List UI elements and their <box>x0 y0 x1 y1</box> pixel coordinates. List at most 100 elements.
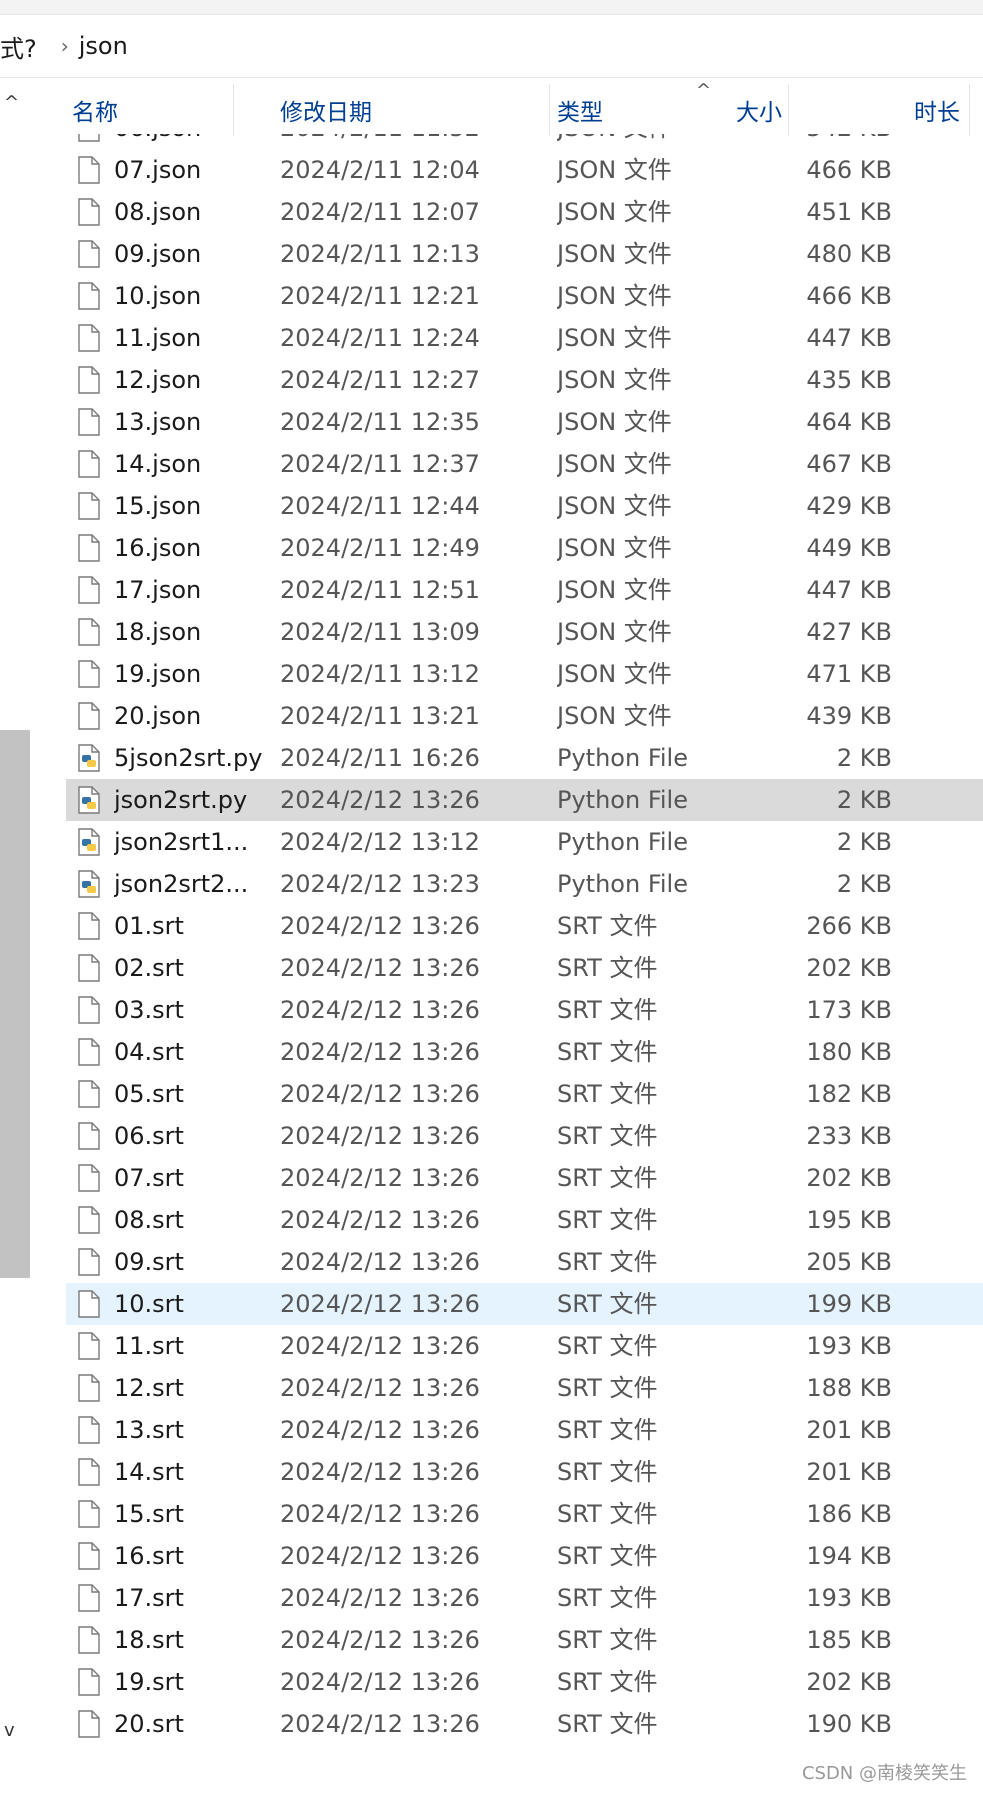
table-row[interactable]: 09.srt 2024/2/12 13:26 SRT 文件 205 KB <box>66 1241 983 1283</box>
file-size: 449 KB <box>806 534 892 562</box>
file-type: SRT 文件 <box>557 1584 658 1612</box>
table-row[interactable]: 20.json 2024/2/11 13:21 JSON 文件 439 KB <box>66 695 983 737</box>
table-row[interactable]: 19.srt 2024/2/12 13:26 SRT 文件 202 KB <box>66 1661 983 1703</box>
table-row[interactable]: 13.srt 2024/2/12 13:26 SRT 文件 201 KB <box>66 1409 983 1451</box>
file-modified-date: 2024/2/11 11:52 <box>280 134 540 149</box>
file-size: 201 KB <box>806 1458 892 1486</box>
file-modified-date: 2024/2/11 12:37 <box>280 450 480 478</box>
file-size: 2 KB <box>836 870 892 898</box>
table-row[interactable]: 13.json 2024/2/11 12:35 JSON 文件 464 KB <box>66 401 983 443</box>
table-row[interactable]: 16.srt 2024/2/12 13:26 SRT 文件 194 KB <box>66 1535 983 1577</box>
scrollbar-thumb[interactable] <box>0 730 30 1278</box>
table-row[interactable]: 20.srt 2024/2/12 13:26 SRT 文件 190 KB <box>66 1703 983 1745</box>
table-row[interactable]: 07.json 2024/2/11 12:04 JSON 文件 466 KB <box>66 149 983 191</box>
file-icon <box>78 912 100 940</box>
file-modified-date: 2024/2/11 12:24 <box>280 324 480 352</box>
file-icon <box>78 954 100 982</box>
file-icon <box>78 1332 100 1360</box>
table-row[interactable]: 02.srt 2024/2/12 13:26 SRT 文件 202 KB <box>66 947 983 989</box>
table-row[interactable]: 17.json 2024/2/11 12:51 JSON 文件 447 KB <box>66 569 983 611</box>
file-icon <box>78 576 100 604</box>
table-row[interactable]: 18.json 2024/2/11 13:09 JSON 文件 427 KB <box>66 611 983 653</box>
file-icon <box>78 1248 100 1276</box>
file-size: 180 KB <box>806 1038 892 1066</box>
table-row[interactable]: json2srt1... 2024/2/12 13:12 Python File 2 … <box>66 821 983 863</box>
file-size: 467 KB <box>806 450 892 478</box>
file-icon <box>78 492 100 520</box>
table-row[interactable]: 17.srt 2024/2/12 13:26 SRT 文件 193 KB <box>66 1577 983 1619</box>
file-icon <box>78 1668 100 1696</box>
table-row[interactable]: 12.srt 2024/2/12 13:26 SRT 文件 188 KB <box>66 1367 983 1409</box>
table-row[interactable]: 18.srt 2024/2/12 13:26 SRT 文件 185 KB <box>66 1619 983 1661</box>
file-icon <box>78 1416 100 1444</box>
file-modified-date: 2024/2/11 13:21 <box>280 702 480 730</box>
window-top-strip <box>0 0 983 15</box>
table-row[interactable]: 5json2srt.py 2024/2/11 16:26 Python File 2 … <box>66 737 983 779</box>
table-row[interactable]: 10.json 2024/2/11 12:21 JSON 文件 466 KB <box>66 275 983 317</box>
breadcrumb-current-folder[interactable]: json <box>79 32 128 60</box>
file-icon <box>78 1290 100 1318</box>
table-row[interactable]: 12.json 2024/2/11 12:27 JSON 文件 435 KB <box>66 359 983 401</box>
file-type: SRT 文件 <box>557 1458 658 1486</box>
table-row[interactable]: 10.srt 2024/2/12 13:26 SRT 文件 199 KB <box>66 1283 983 1325</box>
table-row[interactable]: 09.json 2024/2/11 12:13 JSON 文件 480 KB <box>66 233 983 275</box>
table-row[interactable]: 14.srt 2024/2/12 13:26 SRT 文件 201 KB <box>66 1451 983 1493</box>
file-size: 199 KB <box>806 1290 892 1318</box>
scroll-up-icon[interactable]: ^ <box>4 92 19 113</box>
column-header-name[interactable]: 名称 <box>66 84 234 136</box>
file-size: 2 KB <box>836 786 892 814</box>
file-type: JSON 文件 <box>557 534 672 562</box>
table-row[interactable]: 05.srt 2024/2/12 13:26 SRT 文件 182 KB <box>66 1073 983 1115</box>
file-icon <box>78 1542 100 1570</box>
table-row[interactable]: 03.srt 2024/2/12 13:26 SRT 文件 173 KB <box>66 989 983 1031</box>
file-type: SRT 文件 <box>557 1248 658 1276</box>
table-row[interactable]: 04.srt 2024/2/12 13:26 SRT 文件 180 KB <box>66 1031 983 1073</box>
file-modified-date: 2024/2/12 13:26 <box>280 786 480 814</box>
file-modified-date: 2024/2/12 13:26 <box>280 954 480 982</box>
file-icon <box>78 240 100 268</box>
table-row[interactable]: 15.json 2024/2/11 12:44 JSON 文件 429 KB <box>66 485 983 527</box>
table-row[interactable]: 08.srt 2024/2/12 13:26 SRT 文件 195 KB <box>66 1199 983 1241</box>
file-size: 193 KB <box>806 1584 892 1612</box>
file-modified-date: 2024/2/12 13:26 <box>280 1374 480 1402</box>
file-icon <box>78 996 100 1024</box>
chevron-right-icon[interactable]: › <box>61 34 69 58</box>
table-row[interactable]: json2srt.py 2024/2/12 13:26 Python File 2 K… <box>66 779 983 821</box>
table-row[interactable]: 15.srt 2024/2/12 13:26 SRT 文件 186 KB <box>66 1493 983 1535</box>
file-modified-date: 2024/2/12 13:26 <box>280 996 480 1024</box>
file-size: 173 KB <box>806 996 892 1024</box>
file-type: Python File <box>557 870 688 898</box>
table-row[interactable]: 19.json 2024/2/11 13:12 JSON 文件 471 KB <box>66 653 983 695</box>
file-modified-date: 2024/2/11 12:21 <box>280 282 480 310</box>
file-type: JSON 文件 <box>557 618 672 646</box>
table-row[interactable]: 06.json2024/2/11 11:52JSON 文件542 KB <box>66 134 983 149</box>
table-row[interactable]: 08.json 2024/2/11 12:07 JSON 文件 451 KB <box>66 191 983 233</box>
table-row[interactable]: 07.srt 2024/2/12 13:26 SRT 文件 202 KB <box>66 1157 983 1199</box>
vertical-scrollbar[interactable]: ^ v <box>0 84 30 1749</box>
file-modified-date: 2024/2/12 13:26 <box>280 1416 480 1444</box>
file-size: 182 KB <box>806 1080 892 1108</box>
python-file-icon <box>78 786 100 814</box>
file-icon <box>78 156 100 184</box>
file-icon <box>78 1374 100 1402</box>
table-row[interactable]: 11.srt 2024/2/12 13:26 SRT 文件 193 KB <box>66 1325 983 1367</box>
file-modified-date: 2024/2/11 12:27 <box>280 366 480 394</box>
file-icon <box>78 134 100 142</box>
column-header-date[interactable]: 修改日期 <box>274 84 550 136</box>
table-row[interactable]: 11.json 2024/2/11 12:24 JSON 文件 447 KB <box>66 317 983 359</box>
table-row[interactable]: json2srt2... 2024/2/12 13:23 Python File 2 … <box>66 863 983 905</box>
table-row[interactable]: 16.json 2024/2/11 12:49 JSON 文件 449 KB <box>66 527 983 569</box>
table-row[interactable]: 01.srt 2024/2/12 13:26 SRT 文件 266 KB <box>66 905 983 947</box>
column-header-duration[interactable]: 时长 <box>908 84 983 136</box>
table-row[interactable]: 06.srt 2024/2/12 13:26 SRT 文件 233 KB <box>66 1115 983 1157</box>
breadcrumb-previous-item[interactable]: 式? <box>0 29 37 64</box>
table-row[interactable]: 14.json 2024/2/11 12:37 JSON 文件 467 KB <box>66 443 983 485</box>
file-type: JSON 文件 <box>557 366 672 394</box>
file-type: SRT 文件 <box>557 1710 658 1738</box>
scroll-down-icon[interactable]: v <box>4 1720 15 1741</box>
file-size: 188 KB <box>806 1374 892 1402</box>
file-modified-date: 2024/2/11 12:49 <box>280 534 480 562</box>
file-modified-date: 2024/2/12 13:26 <box>280 1584 480 1612</box>
file-modified-date: 2024/2/12 13:26 <box>280 1248 480 1276</box>
file-modified-date: 2024/2/11 12:13 <box>280 240 480 268</box>
